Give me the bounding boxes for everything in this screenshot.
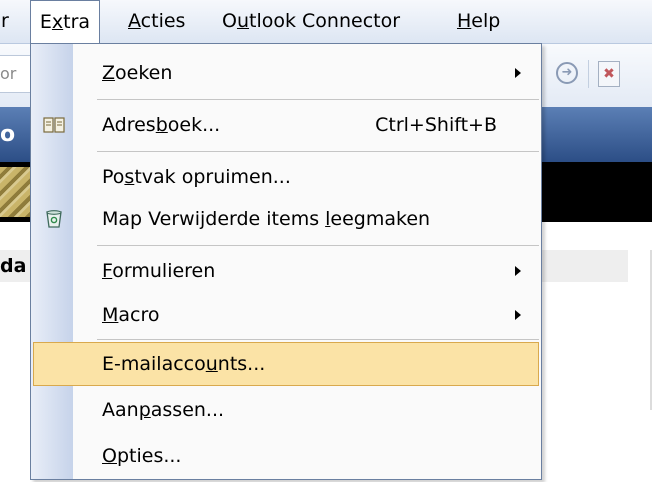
menu-item-label: E-mailaccounts... [102,353,266,375]
submenu-arrow-icon [515,266,521,276]
menu-separator [97,245,539,246]
menu-item-formulieren[interactable]: Formulieren [33,247,539,295]
submenu-arrow-icon [515,310,521,320]
search-input[interactable]: or [0,55,32,93]
menu-item-label: Opties... [102,445,182,467]
menu-separator [97,151,539,152]
toolbar-separator [588,60,589,88]
menu-item-aanpassen[interactable]: Aanpassen... [33,386,539,434]
menu-item-macro[interactable]: Macro [33,291,539,339]
banner-image [0,167,30,217]
menu-item-label: Adresboek... [102,114,221,136]
menu-item-adresboek[interactable]: Adresboek... Ctrl+Shift+B [33,101,539,149]
menu-item-label: Map Verwijderde items leegmaken [102,208,431,230]
close-doc-icon[interactable]: ✖ [598,61,620,87]
menu-item-verwijderde-items-leegmaken[interactable]: Map Verwijderde items leegmaken [33,195,539,243]
menu-item-zoeken[interactable]: Zoeken [33,49,539,97]
menu-item-shortcut: Ctrl+Shift+B [375,114,497,136]
menu-bar: r Extra Acties Outlook Connector Help [0,0,652,44]
recycle-bin-icon [46,210,62,228]
menu-separator [97,339,539,340]
nav-forward-icon[interactable]: ➜ [556,62,578,84]
menu-item-opties[interactable]: Opties... [33,432,539,480]
menu-item-label: Aanpassen... [102,399,225,421]
menu-item-label: Zoeken [102,62,173,84]
menu-item-label: Postvak opruimen... [102,166,291,188]
menu-item-postvak-opruimen[interactable]: Postvak opruimen... [33,153,539,201]
menu-bar-item-partial[interactable]: r [0,0,15,43]
menu-item-label: Formulieren [102,260,216,282]
menu-item-emailaccounts[interactable]: E-mailaccounts... [33,342,539,386]
menu-separator [97,99,539,100]
extra-dropdown-menu: Zoeken Adresboek... Ctrl+Shift+B Postvak… [30,43,542,480]
submenu-arrow-icon [515,68,521,78]
address-book-icon [43,117,65,133]
menu-help[interactable]: Help [451,0,506,43]
menu-extra[interactable]: Extra [30,0,100,43]
menu-item-label: Macro [102,304,160,326]
menu-outlook-connector[interactable]: Outlook Connector [216,0,406,43]
menu-acties[interactable]: Acties [122,0,191,43]
header-title: o [0,122,16,147]
